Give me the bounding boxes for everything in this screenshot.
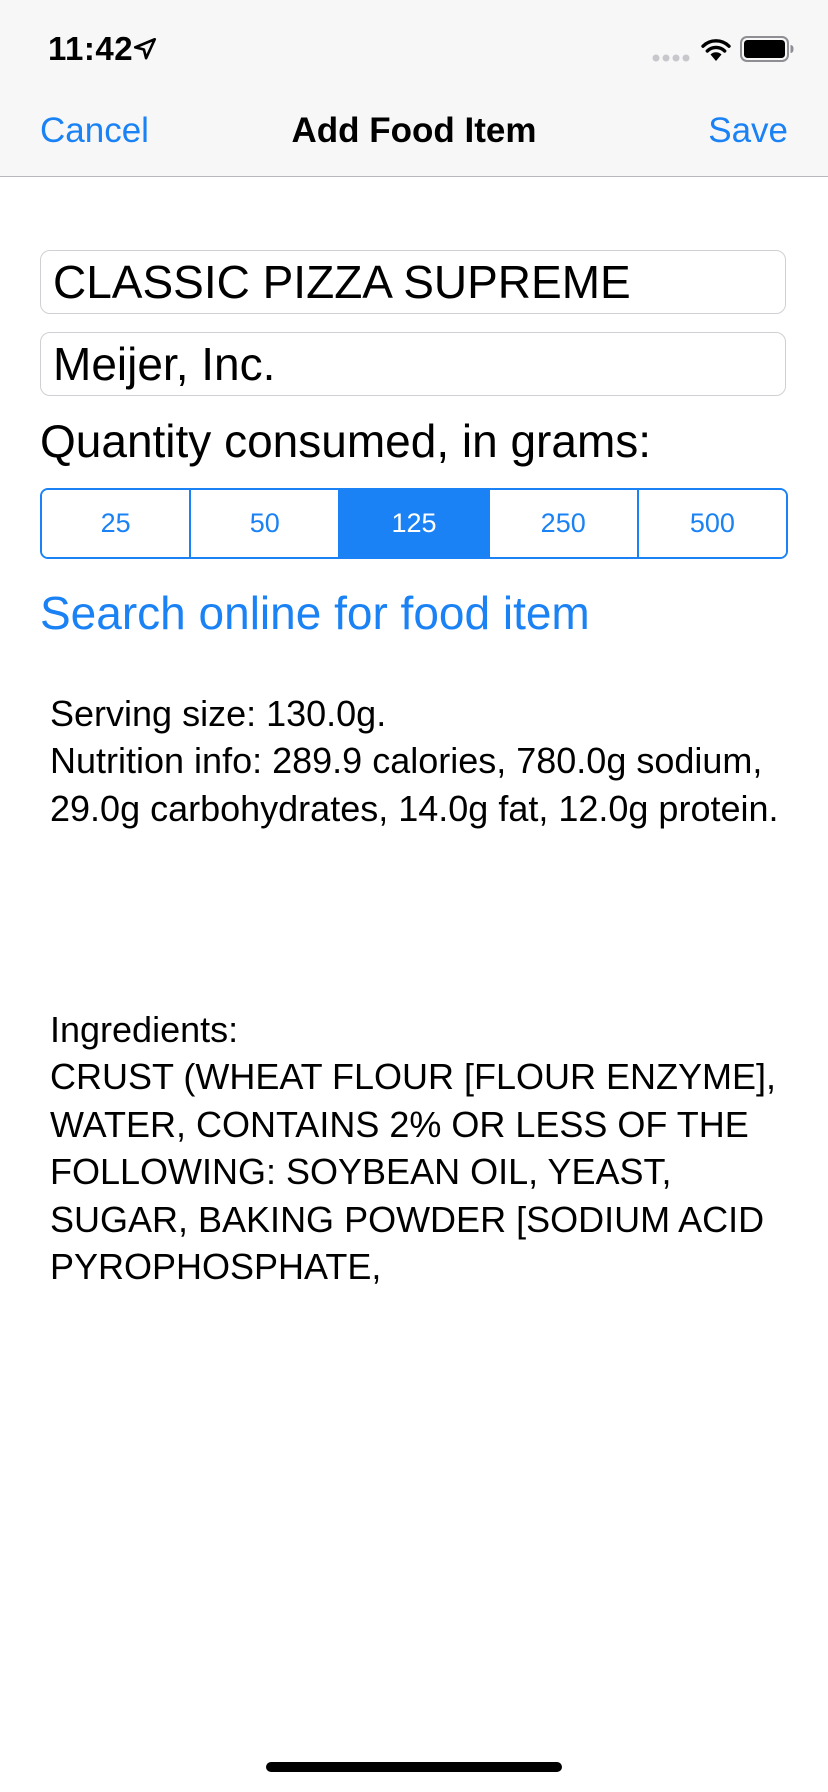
ingredients-text: CRUST (WHEAT FLOUR [FLOUR ENZYME], WATER… [50,1056,777,1287]
cellular-signal-icon [652,54,690,62]
page-title: Add Food Item [291,111,537,150]
quantity-option-250[interactable]: 250 [489,490,639,557]
wifi-icon [701,39,731,61]
brand-field[interactable] [40,332,786,396]
status-time: 11:42 [48,30,134,67]
quantity-option-500[interactable]: 500 [638,490,786,557]
home-indicator[interactable] [266,1762,562,1772]
nutrition-info-text: Nutrition info: 289.9 calories, 780.0g s… [50,740,779,829]
location-arrow-icon [133,37,157,60]
navigation-header: 11:42 Cancel Add Food Item Save [0,0,828,177]
battery-icon [740,36,794,62]
ingredients-label: Ingredients: [50,1009,239,1050]
search-online-button[interactable]: Search online for food item [40,586,590,640]
save-button[interactable]: Save [708,111,788,151]
serving-size-text: Serving size: 130.0g. [50,693,387,734]
quantity-option-125[interactable]: 125 [340,490,490,557]
quantity-option-50[interactable]: 50 [191,490,341,557]
food-name-field[interactable] [40,250,786,314]
quantity-segmented-control: 25 50 125 250 500 [40,488,788,559]
quantity-option-25[interactable]: 25 [42,490,192,557]
quantity-label: Quantity consumed, in grams: [40,415,652,467]
